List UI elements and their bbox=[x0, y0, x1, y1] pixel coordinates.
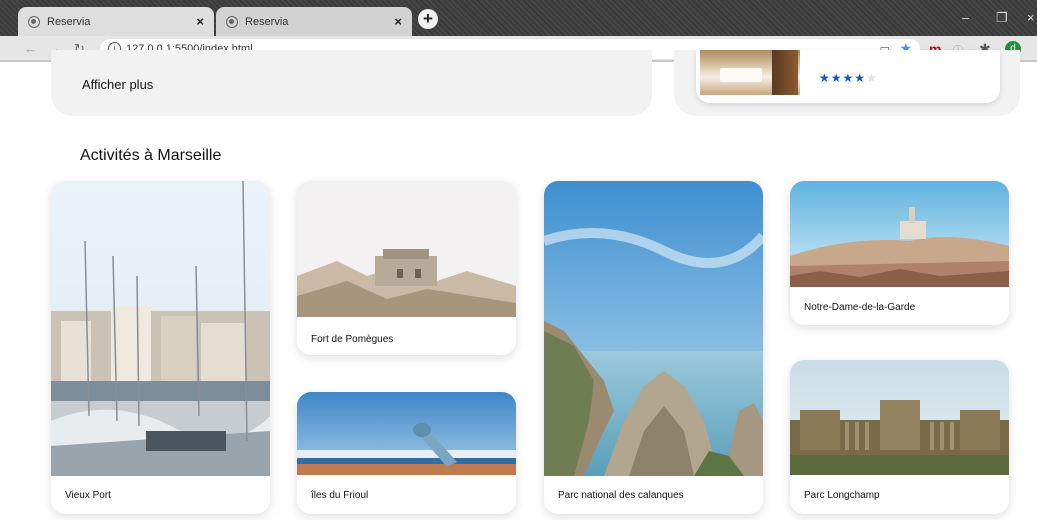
hebergements-panel: Afficher plus bbox=[51, 50, 652, 116]
parc-longchamp-photo bbox=[790, 360, 1009, 475]
notre-dame-de-la-garde-photo bbox=[790, 181, 1009, 287]
globe-icon bbox=[28, 15, 40, 28]
activity-card[interactable]: îles du Frioul bbox=[297, 392, 516, 514]
tab-title: Reservia bbox=[47, 15, 91, 28]
activity-name: Vieux Port bbox=[65, 490, 111, 501]
star-empty-icon: ★ bbox=[866, 71, 878, 85]
browser-tab[interactable]: Reservia × bbox=[18, 7, 214, 36]
show-more-link[interactable]: Afficher plus bbox=[82, 77, 153, 92]
star-icon: ★ bbox=[819, 71, 831, 85]
activity-card[interactable]: Vieux Port bbox=[51, 181, 270, 514]
activity-name: Parc national des calanques bbox=[558, 490, 684, 501]
hotel-card[interactable]: ★★★★★ bbox=[696, 50, 1000, 103]
populaires-panel: ★★★★★ bbox=[674, 50, 1020, 116]
browser-tab-bar: Reservia × Reservia × + – ❐ × bbox=[0, 0, 1037, 36]
close-window-icon[interactable]: × bbox=[1027, 10, 1035, 25]
browser-tab[interactable]: Reservia × bbox=[216, 7, 412, 36]
calanques-photo bbox=[544, 181, 763, 476]
back-icon[interactable]: ← bbox=[24, 41, 37, 56]
activity-name: Parc Longchamp bbox=[804, 490, 880, 501]
activity-card[interactable]: Parc national des calanques bbox=[544, 181, 763, 514]
hotel-photo bbox=[700, 50, 800, 95]
minimize-icon[interactable]: – bbox=[962, 10, 969, 25]
star-icon: ★ bbox=[842, 71, 855, 85]
globe-icon bbox=[226, 15, 238, 28]
tab-title: Reservia bbox=[245, 15, 289, 28]
rating-stars: ★★★★★ bbox=[819, 71, 878, 85]
fort-de-pomegues-photo bbox=[297, 181, 516, 317]
star-icon: ★ bbox=[854, 71, 867, 85]
maximize-icon[interactable]: ❐ bbox=[996, 10, 1008, 26]
activity-card[interactable]: Fort de Pomègues bbox=[297, 181, 516, 355]
vieux-port-photo bbox=[51, 181, 270, 476]
new-tab-button[interactable]: + bbox=[418, 9, 438, 29]
close-icon[interactable]: × bbox=[394, 14, 402, 29]
activity-name: îles du Frioul bbox=[311, 490, 369, 501]
iles-du-frioul-photo bbox=[297, 392, 516, 475]
section-title: Activités à Marseille bbox=[80, 147, 222, 164]
close-icon[interactable]: × bbox=[196, 14, 204, 29]
star-icon: ★ bbox=[830, 71, 843, 85]
activity-name: Fort de Pomègues bbox=[311, 334, 394, 345]
activity-card[interactable]: Parc Longchamp bbox=[790, 360, 1009, 514]
activity-card[interactable]: Notre-Dame-de-la-Garde bbox=[790, 181, 1009, 325]
activity-name: Notre-Dame-de-la-Garde bbox=[804, 302, 916, 313]
